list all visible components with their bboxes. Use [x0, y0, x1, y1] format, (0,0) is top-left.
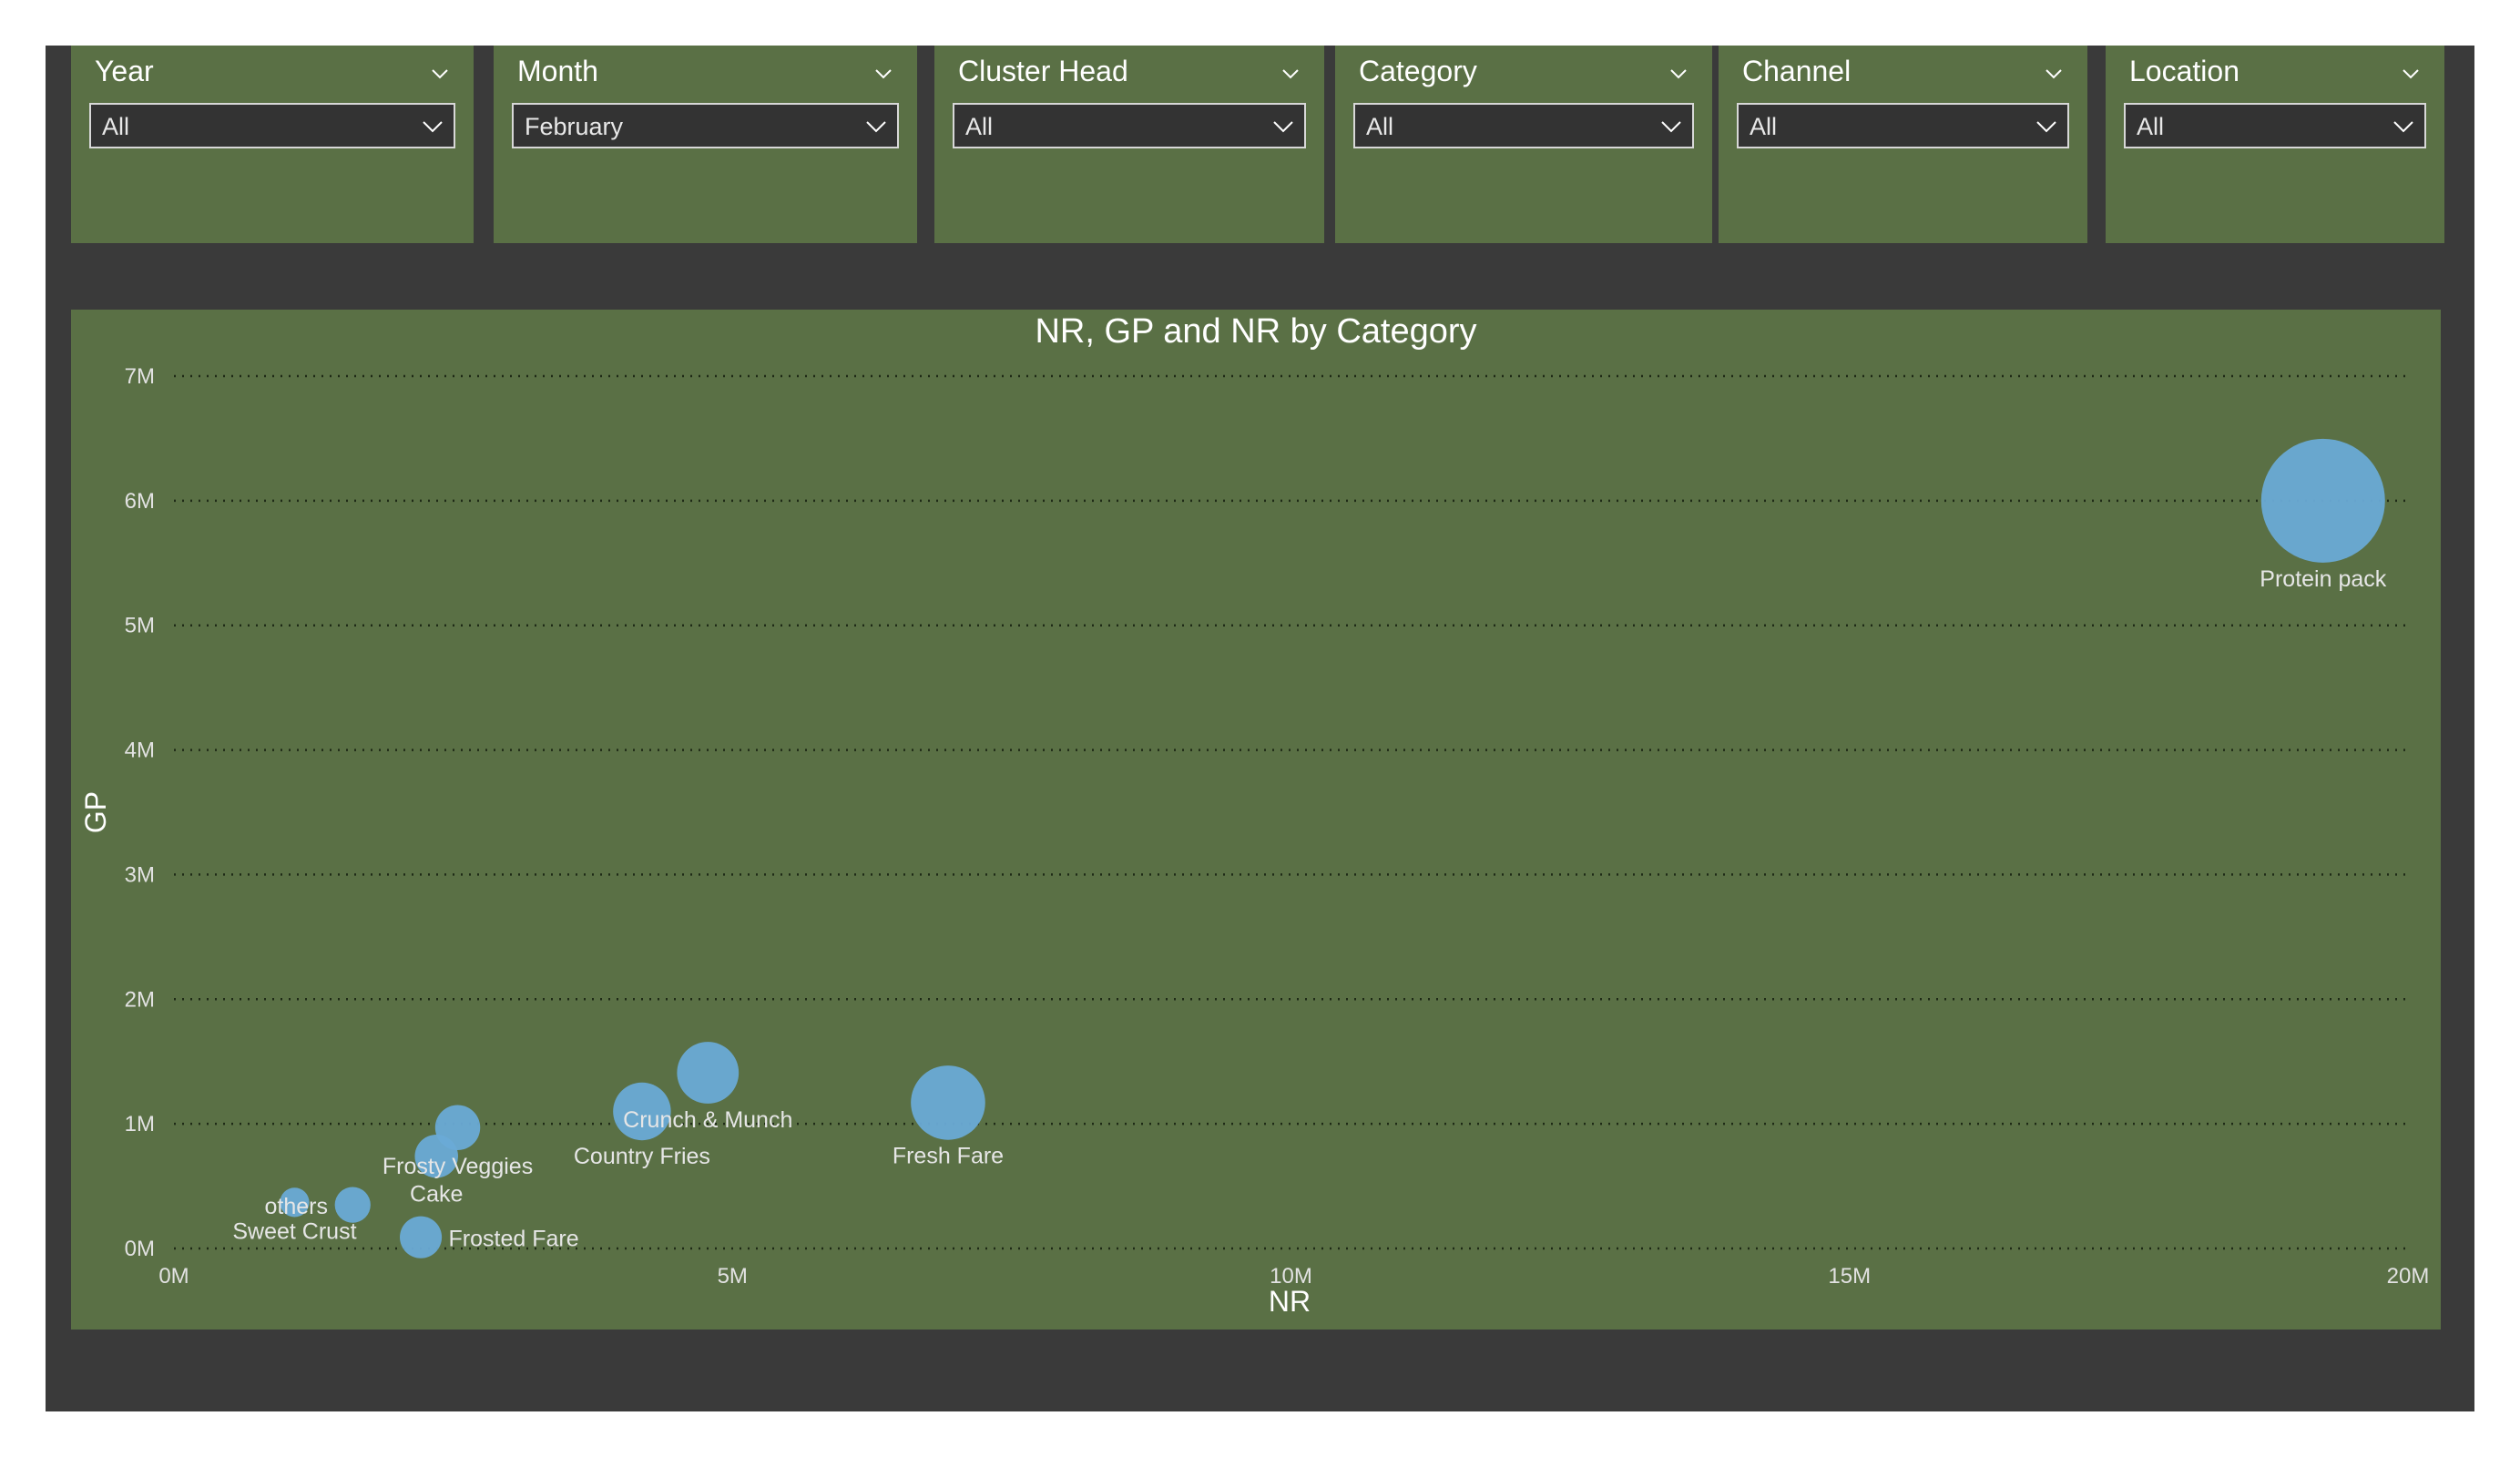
y-tick-label: 7M — [125, 364, 155, 389]
y-tick-label: 5M — [125, 614, 155, 638]
dropdown-value: All — [2137, 113, 2165, 140]
channel-dropdown[interactable]: All — [1737, 103, 2069, 148]
y-tick-label: 1M — [125, 1112, 155, 1136]
location-dropdown[interactable]: All — [2124, 103, 2426, 148]
bubble-label: Cake — [410, 1181, 463, 1207]
bubble-label: Country Fries — [574, 1144, 710, 1169]
slicer-title: Channel — [1742, 55, 1852, 87]
dropdown-value: February — [525, 113, 624, 140]
bubble-label: Protein pack — [2260, 566, 2386, 592]
bubble-label: Crunch & Munch — [623, 1107, 792, 1133]
cluster-head-dropdown[interactable]: All — [953, 103, 1306, 148]
chevron-down-icon[interactable] — [2046, 66, 2062, 82]
dropdown-value: All — [1750, 113, 1778, 140]
bubble-label: Frosty Veggies — [383, 1154, 533, 1179]
month-slicer: Month February — [494, 46, 917, 243]
dropdown-value: All — [102, 113, 130, 140]
category-slicer: Category All — [1335, 46, 1712, 243]
bubble-label: others — [264, 1194, 327, 1219]
y-tick-label: 0M — [125, 1237, 155, 1261]
bubbles — [280, 438, 2385, 1258]
chevron-down-icon[interactable] — [432, 66, 448, 82]
y-axis-title: GP — [79, 791, 112, 833]
y-tick-label: 2M — [125, 987, 155, 1012]
chevron-down-icon — [2393, 121, 2413, 133]
chevron-down-icon — [1661, 121, 1681, 133]
bubble-labels: Protein pack Fresh Fare Crunch & Munch Coun… — [232, 566, 2386, 1252]
y-tick-label: 3M — [125, 862, 155, 887]
y-tick-label: 6M — [125, 489, 155, 514]
chevron-down-icon[interactable] — [1282, 66, 1299, 82]
gridlines — [174, 374, 2408, 1250]
year-dropdown[interactable]: All — [89, 103, 455, 148]
bubble-chart: NR, GP and NR by Category 0M 1M 2M 3M 4M 5M 6M… — [79, 312, 2430, 1318]
report-canvas: Year All Month February Cluster Head All… — [46, 46, 2474, 1411]
chevron-down-icon — [423, 121, 443, 133]
bubble — [911, 1065, 985, 1140]
location-slicer: Location All — [2106, 46, 2444, 243]
chevron-down-icon — [866, 121, 886, 133]
y-tick-label: 4M — [125, 739, 155, 763]
bubble — [2260, 438, 2385, 563]
bubble — [400, 1216, 443, 1258]
slicer-title: Category — [1359, 55, 1477, 87]
x-tick-label: 5M — [718, 1264, 748, 1289]
chart-title: NR, GP and NR by Category — [1035, 312, 1476, 351]
year-slicer: Year All — [71, 46, 474, 243]
chevron-down-icon[interactable] — [875, 66, 892, 82]
bubble-label: Fresh Fare — [893, 1144, 1004, 1169]
bubble — [334, 1187, 371, 1223]
x-tick-label: 20M — [2387, 1264, 2430, 1289]
chevron-down-icon — [2036, 121, 2056, 133]
bubble-chart-panel: NR, GP and NR by Category 0M 1M 2M 3M 4M 5M 6M… — [71, 310, 2441, 1330]
bubble-label: Frosted Fare — [449, 1227, 579, 1252]
x-tick-label: 15M — [1828, 1264, 1871, 1289]
slicer-title: Month — [517, 55, 598, 87]
x-axis-title: NR — [1269, 1285, 1311, 1318]
slicer-title: Cluster Head — [958, 55, 1128, 87]
y-axis-ticks: 0M 1M 2M 3M 4M 5M 6M 7M — [125, 364, 155, 1261]
bubble-label: Sweet Crust — [232, 1218, 356, 1244]
x-tick-label: 0M — [158, 1264, 189, 1289]
month-dropdown[interactable]: February — [512, 103, 899, 148]
chevron-down-icon[interactable] — [2403, 66, 2419, 82]
dropdown-value: All — [965, 113, 994, 140]
bubble — [677, 1042, 740, 1104]
slicer-title: Year — [95, 55, 154, 87]
dropdown-value: All — [1366, 113, 1394, 140]
slicer-title: Location — [2129, 55, 2239, 87]
category-dropdown[interactable]: All — [1353, 103, 1694, 148]
cluster-head-slicer: Cluster Head All — [934, 46, 1324, 243]
channel-slicer: Channel All — [1719, 46, 2087, 243]
chevron-down-icon — [1273, 121, 1293, 133]
chevron-down-icon[interactable] — [1670, 66, 1687, 82]
